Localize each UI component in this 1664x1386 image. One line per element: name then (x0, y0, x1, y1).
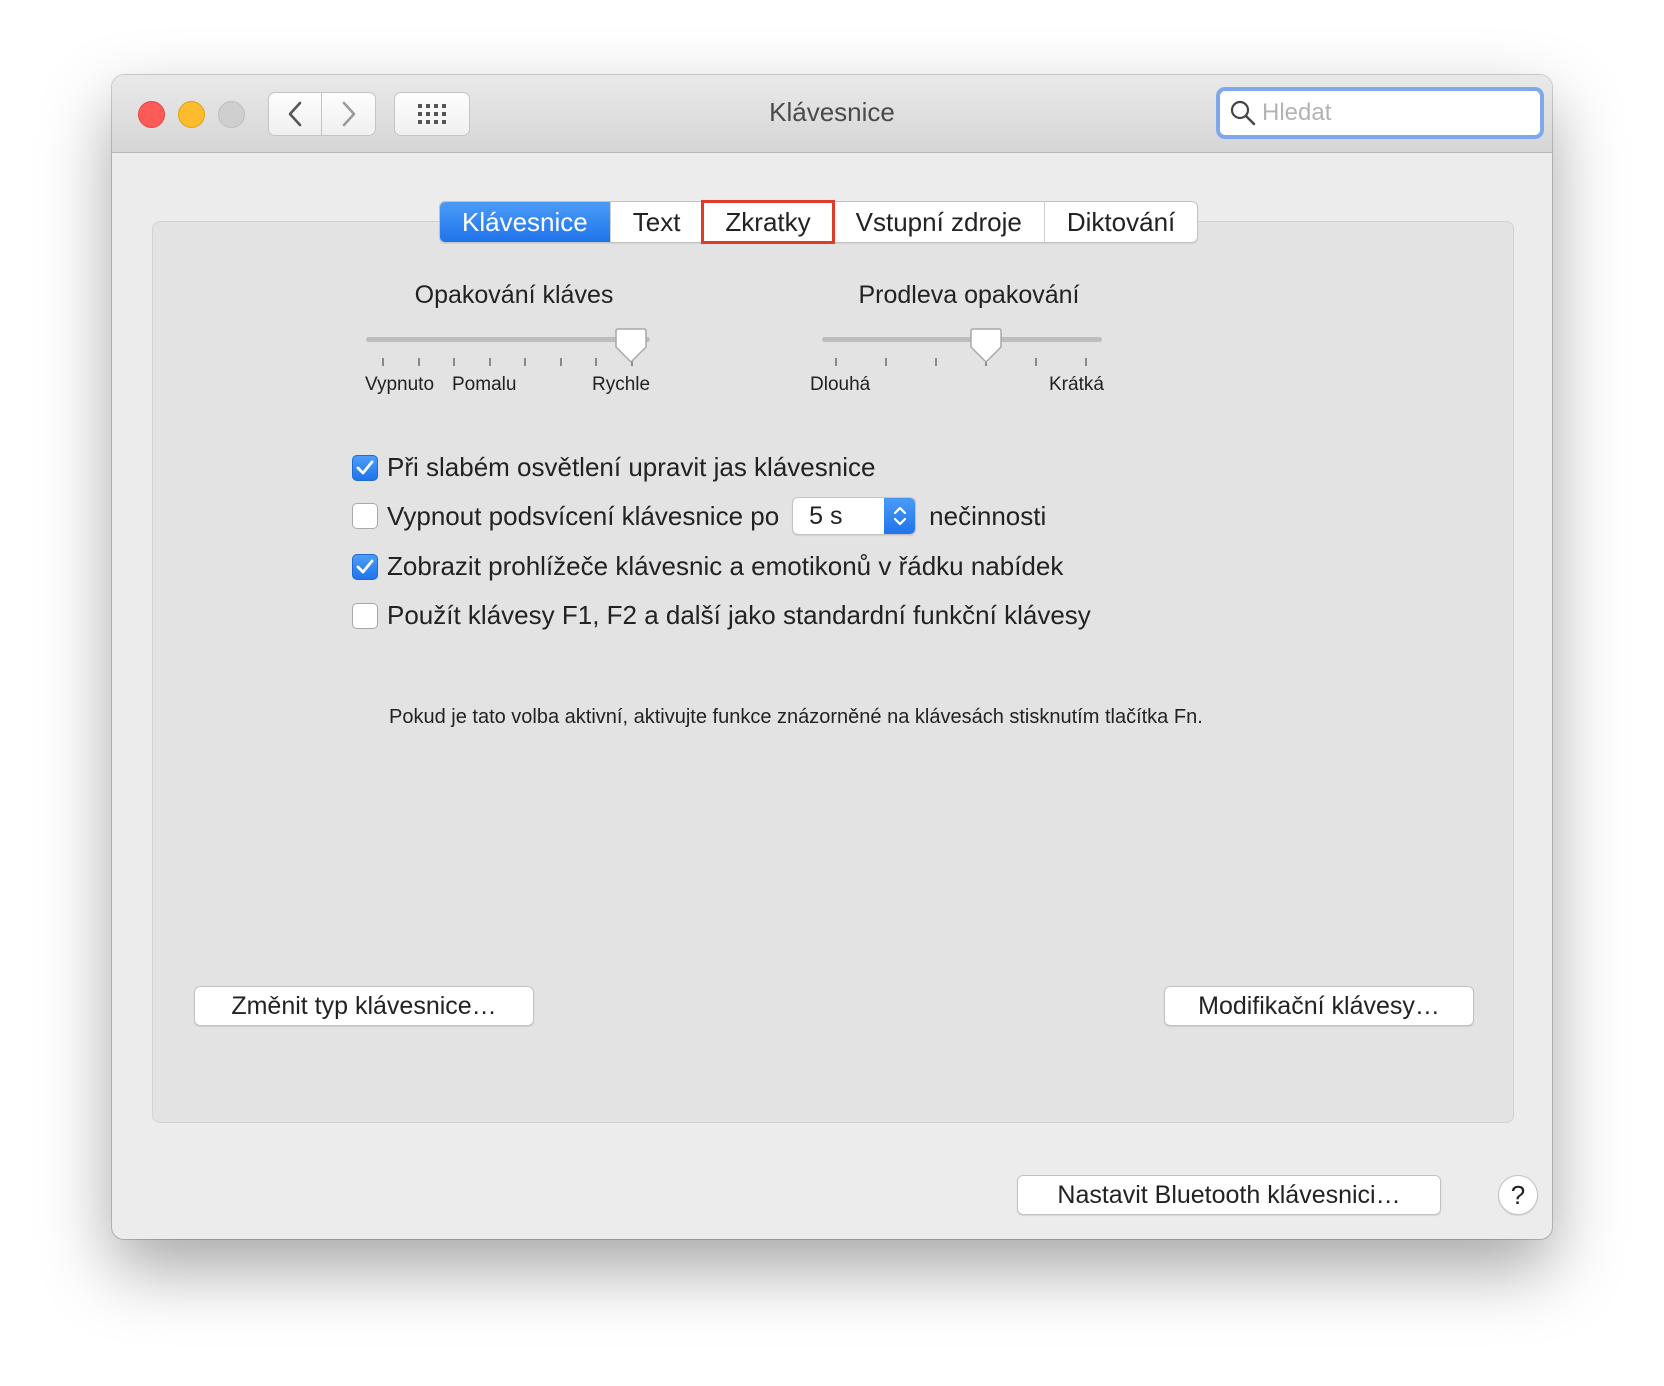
backlight-timeout-popup[interactable]: 5 s (792, 497, 917, 535)
show-viewers-checkbox[interactable] (352, 553, 378, 580)
key-repeat-track[interactable] (366, 337, 650, 342)
search-input[interactable] (1260, 98, 1524, 128)
search-icon (1230, 100, 1256, 126)
inactivity-label: nečinnosti (929, 500, 1047, 531)
repeat-delay-tick (1085, 358, 1087, 366)
fn-hint-text: Pokud je tato volba aktivní, aktivujte f… (389, 706, 1203, 728)
key-repeat-tick (524, 358, 527, 366)
function-keys-label: Použít klávesy F1, F2 a další jako stand… (387, 600, 1091, 630)
key-repeat-tick (595, 358, 598, 366)
keyboard-preferences-window: Klávesnice Klávesnice Text Zkratky Vstup… (112, 75, 1552, 1239)
search-field[interactable] (1216, 87, 1544, 139)
repeat-delay-slider-thumb[interactable] (970, 327, 1002, 365)
backlight-off-checkbox[interactable] (352, 503, 378, 529)
repeat-delay-title: Prodleva opakování (858, 281, 1080, 309)
key-repeat-label-slow: Pomalu (452, 374, 517, 395)
repeat-delay-label-long: Dlouhá (810, 374, 871, 395)
repeat-delay-tick (885, 358, 887, 366)
backlight-timeout-value: 5 s (809, 501, 843, 530)
key-repeat-tick (453, 358, 456, 366)
tab-bar: Klávesnice Text Zkratky Vstupní zdroje D… (439, 200, 1199, 244)
checkmark-icon (356, 559, 374, 573)
key-repeat-tick (417, 358, 420, 366)
change-keyboard-type-button[interactable]: Změnit typ klávesnice… (194, 986, 534, 1026)
tab-keyboard[interactable]: Klávesnice (440, 202, 611, 242)
tab-shortcuts[interactable]: Zkratky (701, 200, 835, 244)
tab-text[interactable]: Text (611, 202, 704, 242)
option-adjust-brightness[interactable]: Při slabém osvětlení upravit jas klávesn… (352, 452, 875, 483)
option-show-viewers[interactable]: Zobrazit prohlížeče klávesnic a emotikon… (352, 551, 1063, 582)
option-function-keys[interactable]: Použít klávesy F1, F2 a další jako stand… (352, 600, 1091, 631)
tab-dictation[interactable]: Diktování (1045, 202, 1197, 242)
modifier-keys-button[interactable]: Modifikační klávesy… (1164, 986, 1474, 1026)
key-repeat-title: Opakování kláves (414, 281, 614, 309)
adjust-brightness-label: Při slabém osvětlení upravit jas klávesn… (387, 452, 876, 482)
key-repeat-label-fast: Rychle (592, 374, 651, 395)
setup-bluetooth-keyboard-button[interactable]: Nastavit Bluetooth klávesnici… (1017, 1175, 1441, 1215)
key-repeat-label-off: Vypnuto (365, 374, 435, 395)
key-repeat-slider-thumb[interactable] (615, 327, 647, 365)
repeat-delay-track[interactable] (822, 337, 1102, 342)
repeat-delay-tick (935, 358, 937, 366)
repeat-delay-label-short: Krátká (1049, 374, 1104, 395)
key-repeat-tick (488, 358, 491, 366)
adjust-brightness-checkbox[interactable] (352, 454, 378, 481)
repeat-delay-tick (835, 358, 837, 366)
option-backlight-off[interactable]: Vypnout podsvícení klávesnice po 5 s neč… (352, 497, 1046, 535)
key-repeat-tick (559, 358, 562, 366)
updown-arrows-icon (884, 498, 916, 534)
function-keys-checkbox[interactable] (352, 602, 378, 629)
tab-input-sources[interactable]: Vstupní zdroje (834, 202, 1045, 242)
show-viewers-label: Zobrazit prohlížeče klávesnic a emotikon… (387, 551, 1064, 581)
checkmark-icon (356, 460, 374, 474)
repeat-delay-tick (1035, 358, 1037, 366)
titlebar: Klávesnice (112, 75, 1552, 153)
help-button[interactable]: ? (1498, 1175, 1538, 1215)
key-repeat-tick (382, 358, 384, 366)
backlight-off-label: Vypnout podsvícení klávesnice po (387, 500, 780, 531)
